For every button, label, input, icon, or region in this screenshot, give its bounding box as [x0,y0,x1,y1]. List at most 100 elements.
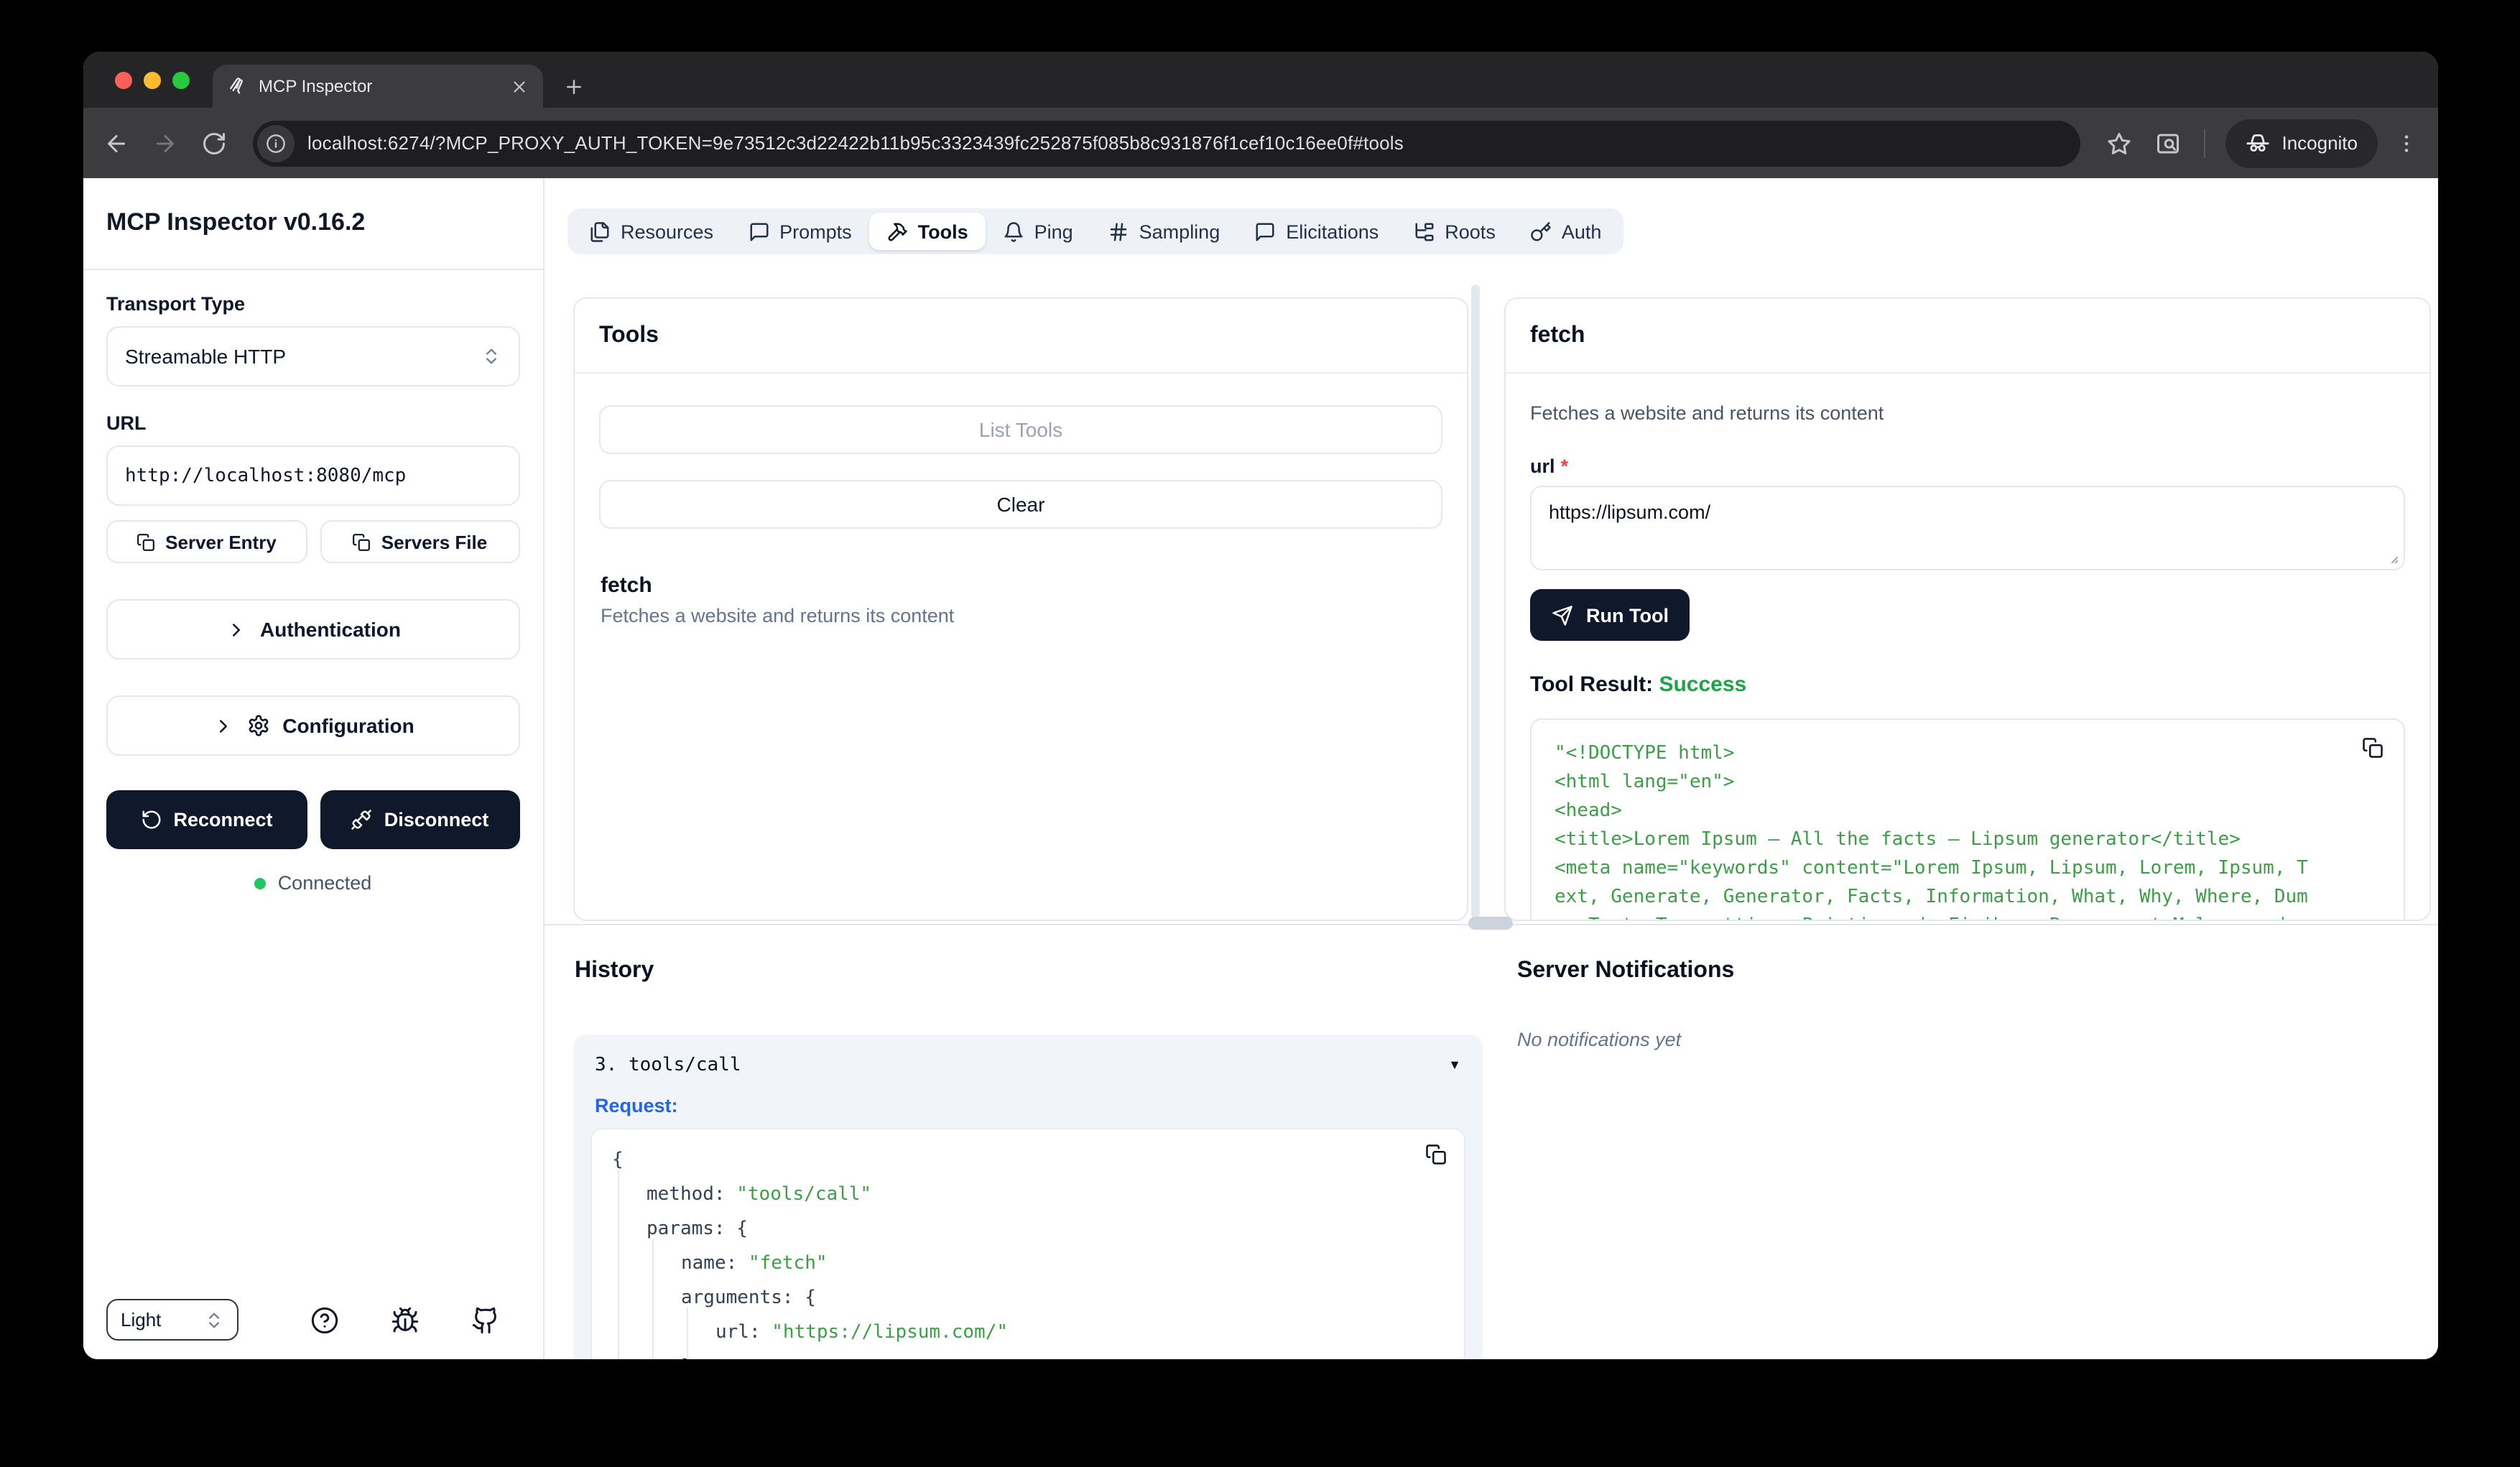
result-code-line: <title>Lorem Ipsum – All the facts – Lip… [1555,826,2381,855]
address-bar[interactable]: localhost:6274/?MCP_PROXY_AUTH_TOKEN=9e7… [253,120,2080,166]
tool-detail-panel: fetch Fetches a website and returns its … [1504,297,2431,921]
tab-label: Prompts [779,221,852,242]
run-tool-label: Run Tool [1586,604,1669,626]
sidebar: MCP Inspector v0.16.2 Transport Type Str… [83,178,545,1359]
tab-resources[interactable]: Resources [572,213,731,250]
server-entry-label: Server Entry [165,531,277,552]
indent-guide [647,1351,681,1359]
copy-icon [1425,1144,1447,1165]
forward-icon[interactable] [152,130,178,156]
tool-result-code: "<!DOCTYPE html><html lang="en"><head><t… [1555,740,2381,921]
request-json-line: params: { [612,1213,1444,1247]
disconnect-label: Disconnect [384,809,489,830]
back-icon[interactable] [103,130,129,156]
bell-icon [1003,221,1024,242]
gear-icon [246,714,269,737]
disconnect-button[interactable]: Disconnect [320,790,520,849]
copy-result-button[interactable] [2362,737,2384,759]
tab-ping[interactable]: Ping [986,213,1090,250]
json-brace: { [805,1287,816,1309]
toolbar-separator [2204,129,2205,157]
browser-tab[interactable]: MCP Inspector [213,65,543,108]
reload-icon[interactable] [201,130,227,156]
tool-result-status: Success [1659,672,1746,697]
github-button[interactable] [471,1305,500,1334]
configuration-expander[interactable]: Configuration [106,695,520,756]
new-tab-button[interactable] [563,76,585,98]
close-tab-icon[interactable] [510,77,529,96]
window-controls [115,72,190,89]
collapse-caret-icon[interactable]: ▼ [1448,1058,1461,1072]
tab-auth[interactable]: Auth [1513,213,1619,250]
site-info-chip[interactable] [257,124,295,162]
tab-prompts[interactable]: Prompts [731,213,869,250]
indent-guide [681,1316,715,1351]
tool-detail-body: Fetches a website and returns its conten… [1506,374,2429,921]
server-entry-button[interactable]: Server Entry [106,520,307,563]
servers-file-button[interactable]: Servers File [320,520,520,563]
required-marker: * [1561,455,1569,477]
tool-result-block: "<!DOCTYPE html><html lang="en"><head><t… [1530,718,2405,921]
tools-panel-body: List Tools Clear fetchFetches a website … [575,374,1467,658]
copy-request-button[interactable] [1425,1144,1447,1165]
panel-scrollbar[interactable] [1471,284,1480,918]
tab-sampling[interactable]: Sampling [1090,213,1238,250]
chevron-right-icon [226,619,247,640]
chevrons-up-down-icon [204,1310,224,1330]
history-entry-row[interactable]: 3. tools/call ▼ [590,1049,1465,1080]
incognito-label: Incognito [2282,132,2358,154]
result-code-line: my Text, Typesetting, Printing, de Finib… [1555,912,2381,921]
run-tool-button[interactable]: Run Tool [1530,589,1690,641]
circle-help-icon [310,1305,339,1334]
close-window-button[interactable] [115,72,132,89]
result-code-line: <html lang="en"> [1555,769,2381,797]
list-tools-button[interactable]: List Tools [599,405,1442,454]
authentication-expander[interactable]: Authentication [106,599,520,660]
tab-label: Auth [1562,221,1602,242]
hash-icon [1108,221,1129,242]
tab-tools[interactable]: Tools [869,213,986,250]
tool-list-item[interactable]: fetchFetches a website and returns its c… [599,573,1442,626]
request-json-line: arguments: { [612,1282,1444,1316]
tab-roots[interactable]: Roots [1396,213,1513,250]
server-url-input[interactable]: http://localhost:8080/mcp [106,445,520,506]
panel-resize-handle[interactable] [1468,917,1513,930]
send-icon [1552,604,1573,626]
message-square-icon [748,221,769,242]
transport-type-select[interactable]: Streamable HTTP [106,326,520,387]
chevrons-up-down-icon [481,346,501,366]
tool-result-label: Tool Result: [1530,672,1653,697]
request-json-line: url: "https://lipsum.com/" [612,1316,1444,1351]
incognito-icon [2246,131,2270,155]
authentication-label: Authentication [260,618,401,641]
minimize-window-button[interactable] [144,72,161,89]
browser-menu-icon[interactable] [2395,131,2418,154]
tab-label: Resources [621,221,713,242]
server-notifications-title: Server Notifications [1517,958,1734,984]
browser-toolbar: localhost:6274/?MCP_PROXY_AUTH_TOKEN=9e7… [83,108,2438,178]
request-json-line: name: "fetch" [612,1247,1444,1282]
tab-strip: Resources Prompts ToolsPingSamplingElicita… [568,208,1623,254]
history-panel: 3. tools/call ▼ Request: {method: "tools… [573,1035,1483,1359]
json-key: method: [647,1184,736,1205]
indent-guide [612,1351,647,1359]
theme-select[interactable]: Light [106,1299,238,1341]
hammer-icon [886,221,908,242]
request-json-lines: {method: "tools/call"params: {name: "fet… [612,1144,1444,1359]
tab-elicitations[interactable]: Elicitations [1237,213,1396,250]
request-json-block: {method: "tools/call"params: {name: "fet… [590,1128,1465,1359]
reconnect-button[interactable]: Reconnect [106,790,307,849]
search-page-icon[interactable] [2155,130,2181,156]
message-square-icon [1254,221,1276,242]
clear-tools-button[interactable]: Clear [599,480,1442,529]
bookmark-star-icon[interactable] [2106,130,2132,156]
reconnect-label: Reconnect [173,809,272,830]
info-icon [266,133,286,153]
help-button[interactable] [310,1305,339,1334]
url-field-input[interactable]: https://lipsum.com/ [1530,486,2405,570]
maximize-window-button[interactable] [172,72,190,89]
json-value: "fetch" [749,1253,828,1274]
report-bug-button[interactable] [391,1305,420,1334]
tool-result-line: Tool Result: Success [1530,672,2405,697]
resize-corner-icon[interactable] [2384,549,2399,565]
